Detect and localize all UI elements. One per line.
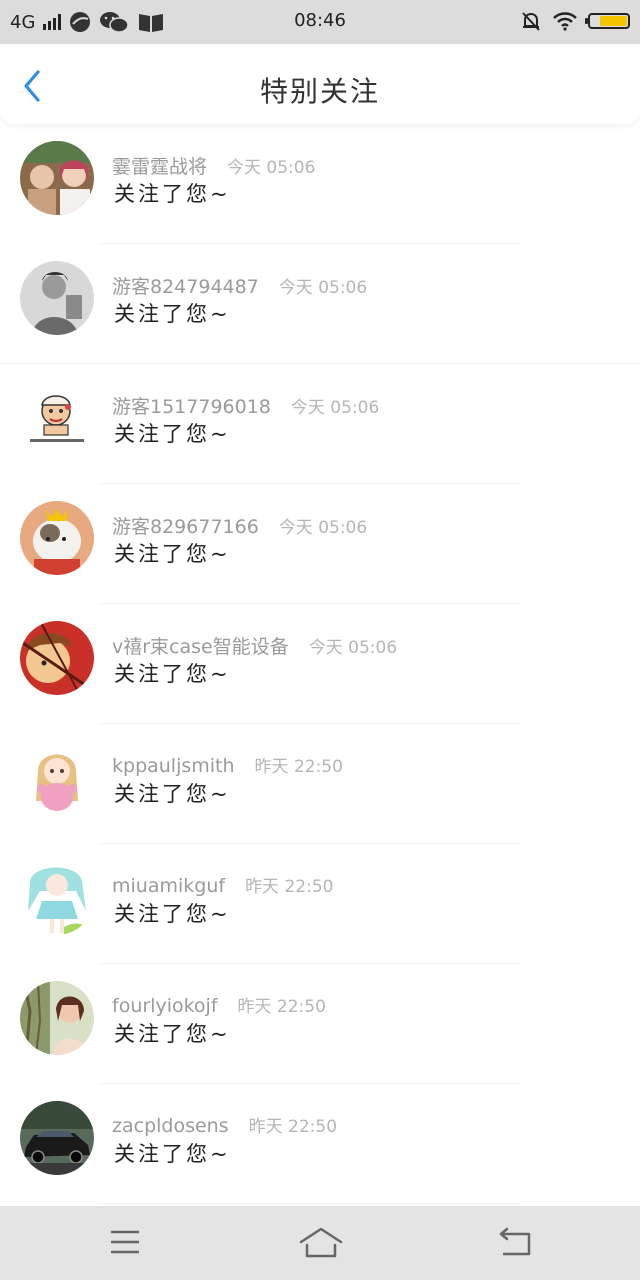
follow-time: 今天 05:06 [290,398,380,418]
follow-time: 昨天 22:50 [248,1117,338,1137]
avatar-photo-two-women-icon [20,141,94,215]
list-item[interactable]: 游客824794487 今天 05:06 关注了您~ [0,244,640,364]
user-name-text[interactable]: 游客829677166 [112,516,259,538]
mute-bell-icon [522,12,540,31]
nav-header: 特别关注 [0,44,640,124]
avatar-cartoon-meme-icon [20,381,94,455]
user-name-text[interactable]: miuamikguf [112,875,225,897]
user-name[interactable]: v禧r束case智能设备 今天 05:06 [112,632,397,659]
user-name-text[interactable]: 霎雷霆战将 [112,156,207,178]
page-title: 特别关注 [259,75,380,108]
follow-message: 关注了您~ [114,782,231,806]
follow-time: 今天 05:06 [278,278,368,298]
follow-message: 关注了您~ [114,902,231,926]
return-icon [499,1227,531,1256]
avatar-photo-grayscale-man-icon [20,261,94,335]
list-item[interactable]: miuamikguf 昨天 22:50 关注了您~ [0,844,640,964]
avatar-anime-red-icon [20,621,94,695]
list-item[interactable]: v禧r束case智能设备 今天 05:06 关注了您~ [0,604,640,724]
user-name-text[interactable]: zacpldosens [112,1115,229,1137]
back-nav-button[interactable] [497,1226,537,1260]
avatar-photo-woman-outdoor-icon [20,981,94,1055]
avatar-photo-hamster-icon [20,501,94,575]
user-name[interactable]: fourlyiokojf 昨天 22:50 [112,992,326,1017]
list-item[interactable]: 霎雷霆战将 今天 05:06 关注了您~ [0,124,640,244]
avatar[interactable] [20,381,94,455]
menu-icon [111,1230,139,1254]
follow-message: 关注了您~ [114,542,231,566]
user-name[interactable]: 游客1517796018 今天 05:06 [112,392,379,419]
user-name-text[interactable]: v禧r束case智能设备 [112,636,289,658]
follow-time: 昨天 22:50 [254,757,343,777]
user-name-text[interactable]: 游客824794487 [112,276,259,298]
status-bar: 4G 08:46 [0,0,640,44]
avatar[interactable] [20,261,94,335]
follow-message: 关注了您~ [114,302,231,326]
follow-list: 霎雷霆战将 今天 05:06 关注了您~ 游客824794487 今天 05:06 … [0,124,640,1204]
follow-message: 关注了您~ [114,1022,231,1046]
follow-time: 昨天 22:50 [237,997,326,1017]
user-name[interactable]: 游客829677166 今天 05:06 [112,512,367,539]
user-name[interactable]: 游客824794487 今天 05:06 [112,272,367,299]
avatar[interactable] [20,861,94,935]
follow-message: 关注了您~ [114,1142,231,1166]
follow-time: 今天 05:06 [227,158,316,178]
divider [100,1203,520,1204]
list-item[interactable]: kppauljsmith 昨天 22:50 关注了您~ [0,724,640,844]
user-name[interactable]: miuamikguf 昨天 22:50 [112,872,333,897]
follow-time: 昨天 22:50 [245,877,334,897]
avatar-anime-girl-teal-icon [20,861,94,935]
system-nav-bar [0,1206,640,1280]
user-name[interactable]: zacpldosens 昨天 22:50 [112,1112,337,1137]
user-name[interactable]: kppauljsmith 昨天 22:50 [112,752,343,777]
user-name-text[interactable]: kppauljsmith [112,755,235,777]
avatar[interactable] [20,1101,94,1175]
list-item[interactable]: 游客1517796018 今天 05:06 关注了您~ [0,364,640,484]
follow-message: 关注了您~ [114,182,231,206]
status-right [520,10,630,32]
follow-message: 关注了您~ [114,422,231,446]
follow-message: 关注了您~ [114,662,231,686]
follow-time: 今天 05:06 [278,518,368,538]
user-name[interactable]: 霎雷霆战将 今天 05:06 [112,152,315,179]
user-name-text[interactable]: fourlyiokojf [112,995,218,1017]
avatar[interactable] [20,141,94,215]
follow-time: 今天 05:06 [308,638,398,658]
avatar[interactable] [20,621,94,695]
list-item[interactable]: 游客829677166 今天 05:06 关注了您~ [0,484,640,604]
list-item[interactable]: zacpldosens 昨天 22:50 关注了您~ [0,1084,640,1204]
list-item[interactable]: fourlyiokojf 昨天 22:50 关注了您~ [0,964,640,1084]
avatar-photo-car-icon [20,1101,94,1175]
menu-button[interactable] [105,1226,145,1260]
avatar[interactable] [20,981,94,1055]
battery-icon [585,13,630,29]
avatar[interactable] [20,501,94,575]
home-icon [299,1227,343,1258]
avatar[interactable] [20,741,94,815]
user-name-text[interactable]: 游客1517796018 [112,396,271,418]
wifi-icon [553,12,577,31]
home-button[interactable] [298,1226,344,1260]
avatar-anime-girl-pink-icon [20,741,94,815]
